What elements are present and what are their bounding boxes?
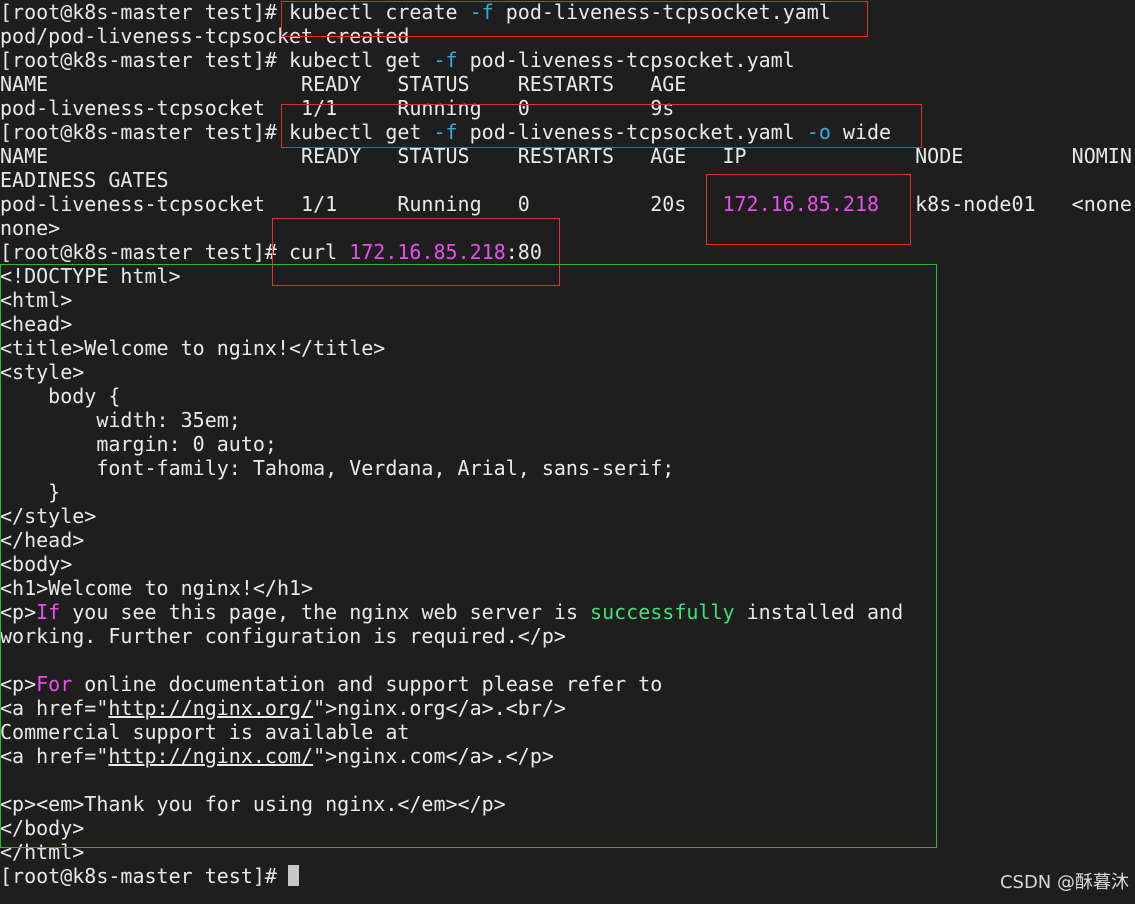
terminal-text-segment: [root@k8s-master test]# kubectl get [0,48,434,72]
watermark-text: CSDN @酥暮沐 [999,872,1129,893]
terminal-window[interactable]: [root@k8s-master test]# kubectl create -… [0,0,1135,904]
terminal-line: [root@k8s-master test]# curl 172.16.85.2… [0,240,1135,264]
highlight-curl-response [0,264,937,848]
terminal-line: [root@k8s-master test]# kubectl get -f p… [0,48,1135,72]
terminal-text-segment: pod-liveness-tcpsocket 1/1 Running 0 20s [0,192,723,216]
terminal-text-segment: k8s-node01 <none [879,192,1132,216]
highlight-create-command [281,1,868,37]
terminal-text-segment: NAME READY STATUS RESTARTS AGE [0,72,687,96]
terminal-text-segment: -f [433,48,458,72]
terminal-line: none> [0,216,1135,240]
terminal-text-segment: EADINESS GATES [0,168,169,192]
highlight-get-wide-command [281,104,922,148]
terminal-text-segment: pod-liveness-tcpsocket.yaml [457,48,795,72]
highlight-pod-ip [706,174,911,245]
terminal-line: [root@k8s-master test]# [0,864,1135,888]
terminal-text-segment: [root@k8s-master test]# [0,864,289,888]
terminal-cursor [288,865,299,886]
terminal-line: pod-liveness-tcpsocket 1/1 Running 0 20s… [0,192,1135,216]
terminal-line: NAME READY STATUS RESTARTS AGE [0,72,1135,96]
terminal-line: EADINESS GATES [0,168,1135,192]
terminal-text-segment: none> [0,216,61,240]
